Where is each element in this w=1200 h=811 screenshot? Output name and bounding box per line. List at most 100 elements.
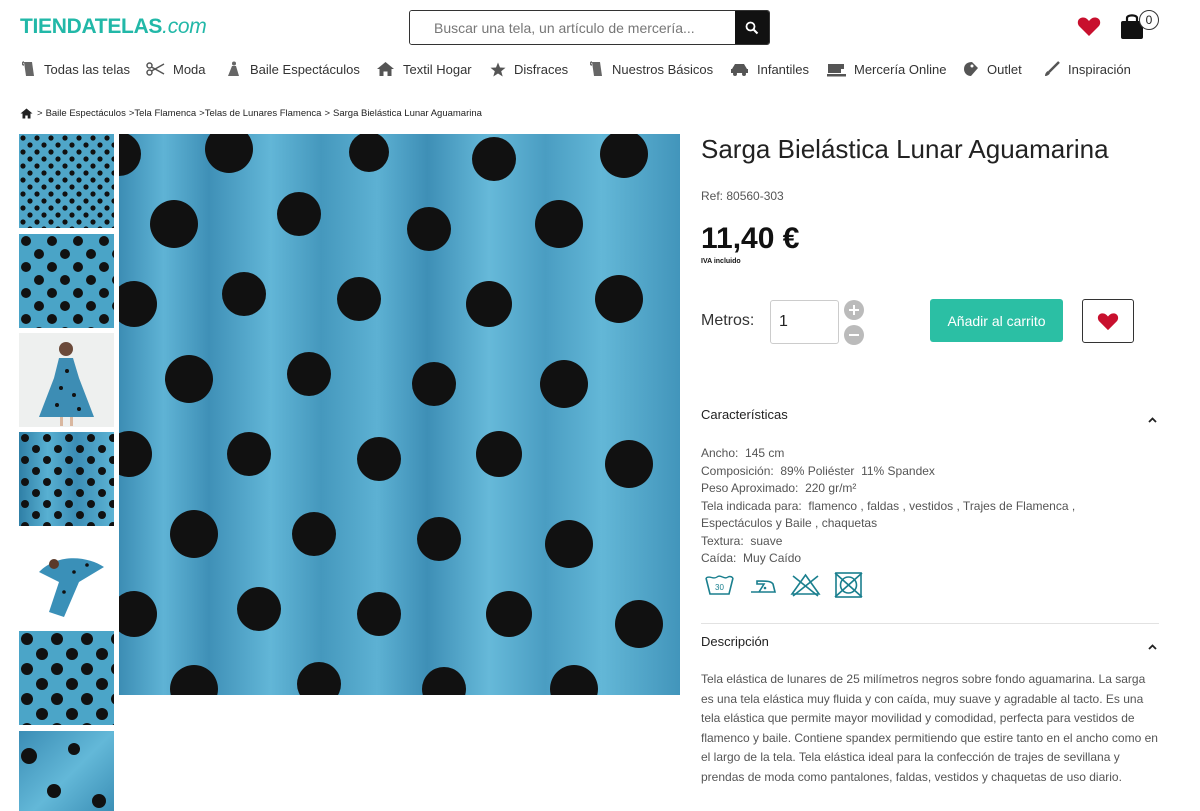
breadcrumb-link[interactable]: Baile Espectáculos: [46, 108, 126, 119]
nav-label: Moda: [173, 61, 206, 77]
nav-item-inspiracion[interactable]: Inspiración: [1044, 56, 1131, 82]
spec-row: Textura: suave: [701, 533, 1121, 551]
tax-note: IVA incluido: [701, 258, 741, 265]
search-button[interactable]: [735, 11, 769, 44]
nav-item-moda[interactable]: Moda: [146, 56, 206, 82]
nav-label: Baile Espectáculos: [250, 61, 360, 77]
home-icon: [377, 62, 394, 76]
thumbnail-flamenco-dancer[interactable]: [19, 532, 114, 626]
logo-suffix: .com: [162, 15, 207, 38]
nav-label: Textil Hogar: [403, 61, 472, 77]
spec-label: Caída:: [701, 551, 737, 565]
spec-label: Peso Aproximado:: [701, 481, 799, 495]
nav-label: Infantiles: [757, 61, 810, 77]
spec-row: Ancho: 145 cm: [701, 445, 1121, 463]
site-header: TIENDATELAS.com 0: [0, 0, 1200, 54]
no-tumble-dry-icon: [834, 572, 863, 598]
home-icon[interactable]: [20, 108, 33, 119]
scissors-icon: [146, 62, 165, 76]
brush-icon: [1045, 61, 1060, 76]
characteristics-toggle[interactable]: Características: [701, 407, 1159, 423]
quantity-input[interactable]: [770, 300, 839, 344]
breadcrumb-separator: >: [324, 108, 330, 119]
spec-label: Ancho:: [701, 446, 739, 460]
nav-label: Disfraces: [514, 61, 569, 77]
thumbnail-fabric-fold[interactable]: [19, 731, 114, 811]
no-bleach-icon: [790, 573, 821, 597]
characteristics-heading: Características: [701, 407, 788, 422]
spec-value: suave: [750, 533, 783, 548]
characteristics-list: Ancho: 145 cm Composición: 89% Poliéster…: [701, 445, 1121, 568]
care-instructions: 30: [704, 572, 876, 598]
description-toggle[interactable]: Descripción: [701, 634, 1159, 650]
thumbnail-fabric-large-dots[interactable]: [19, 631, 114, 725]
nav-item-disfraces[interactable]: Disfraces: [490, 56, 568, 82]
product-price: 11,40 €: [701, 222, 800, 255]
main-nav: Todas las telas Moda Baile Espectáculos …: [0, 56, 1200, 82]
nav-item-baile-espectaculos[interactable]: Baile Espectáculos: [225, 56, 360, 82]
nav-label: Mercería Online: [854, 61, 947, 77]
thumbnail-fabric-dots[interactable]: [19, 234, 114, 328]
product-ref: Ref: 80560-303: [701, 189, 784, 203]
nav-item-infantiles[interactable]: Infantiles: [730, 56, 809, 82]
heart-icon: [1097, 312, 1119, 330]
plus-icon: [849, 305, 859, 315]
product-title: Sarga Bielástica Lunar Aguamarina: [701, 134, 1109, 164]
fabric-roll-icon: [22, 61, 34, 76]
spec-row: Composición: 89% Poliéster 11% Spandex: [701, 463, 1121, 481]
add-to-wishlist-button[interactable]: [1082, 299, 1134, 343]
wishlist-button[interactable]: [1077, 16, 1101, 42]
nav-item-todas-las-telas[interactable]: Todas las telas: [22, 56, 130, 82]
breadcrumb-separator: >: [37, 108, 43, 119]
increase-quantity-button[interactable]: [844, 300, 864, 320]
search-bar: [409, 10, 770, 45]
spec-value: 89% Poliéster 11% Spandex: [780, 463, 935, 478]
breadcrumb-link[interactable]: >Tela Flamenca: [129, 108, 196, 119]
nav-label: Todas las telas: [44, 61, 130, 77]
spec-value: Muy Caído: [743, 551, 802, 565]
quantity-label: Metros:: [701, 312, 755, 329]
thumbnail-model-dress[interactable]: [19, 333, 114, 427]
dancer-icon: [228, 61, 239, 76]
tag-icon: [964, 62, 978, 76]
decrease-quantity-button[interactable]: [844, 325, 864, 345]
sewing-machine-icon: [827, 63, 846, 76]
nav-item-nuestros-basicos[interactable]: Nuestros Básicos: [590, 56, 713, 82]
breadcrumb-current: Sarga Bielástica Lunar Aguamarina: [333, 108, 482, 119]
wash-30-icon: 30: [705, 575, 734, 595]
spec-row: Caída: Muy Caído: [701, 550, 1121, 568]
main-product-image[interactable]: [119, 134, 680, 695]
fabric-roll-icon: [590, 61, 602, 76]
spec-row: Peso Aproximado: 220 gr/m²: [701, 480, 1121, 498]
iron-low-icon: [751, 580, 777, 593]
nav-item-textil-hogar[interactable]: Textil Hogar: [376, 56, 472, 82]
add-to-cart-button[interactable]: Añadir al carrito: [930, 299, 1063, 342]
car-icon: [731, 63, 748, 76]
search-input[interactable]: [410, 11, 736, 44]
section-divider: [701, 623, 1159, 624]
spec-label: Tela indicada para:: [701, 498, 802, 513]
nav-label: Outlet: [987, 61, 1022, 77]
breadcrumb: > Baile Espectáculos >Tela Flamenca >Tel…: [20, 108, 485, 119]
thumbnail-fabric-small-dots[interactable]: [19, 134, 114, 228]
spec-row: Tela indicada para: flamenco , faldas , …: [701, 498, 1121, 533]
nav-label: Inspiración: [1068, 61, 1131, 77]
search-icon: [745, 21, 759, 34]
nav-item-merceria-online[interactable]: Mercería Online: [827, 56, 946, 82]
spec-label: Textura:: [701, 533, 744, 548]
site-logo[interactable]: TIENDATELAS.com: [20, 15, 207, 39]
breadcrumb-link[interactable]: >Telas de Lunares Flamenca: [199, 108, 321, 119]
svg-text:30: 30: [715, 583, 724, 592]
chevron-up-icon: [1148, 644, 1157, 650]
spec-value: 220 gr/m²: [805, 481, 857, 495]
spec-value: 145 cm: [745, 446, 785, 460]
nav-item-outlet[interactable]: Outlet: [963, 56, 1022, 82]
heart-icon: [1077, 17, 1101, 36]
minus-icon: [849, 334, 859, 336]
star-icon: [490, 62, 506, 76]
spec-label: Composición:: [701, 463, 774, 478]
nav-label: Nuestros Básicos: [612, 61, 714, 77]
logo-text: TIENDATELAS: [20, 15, 163, 38]
thumbnail-fabric-drape[interactable]: [19, 432, 114, 526]
cart-count-badge: 0: [1139, 10, 1159, 30]
